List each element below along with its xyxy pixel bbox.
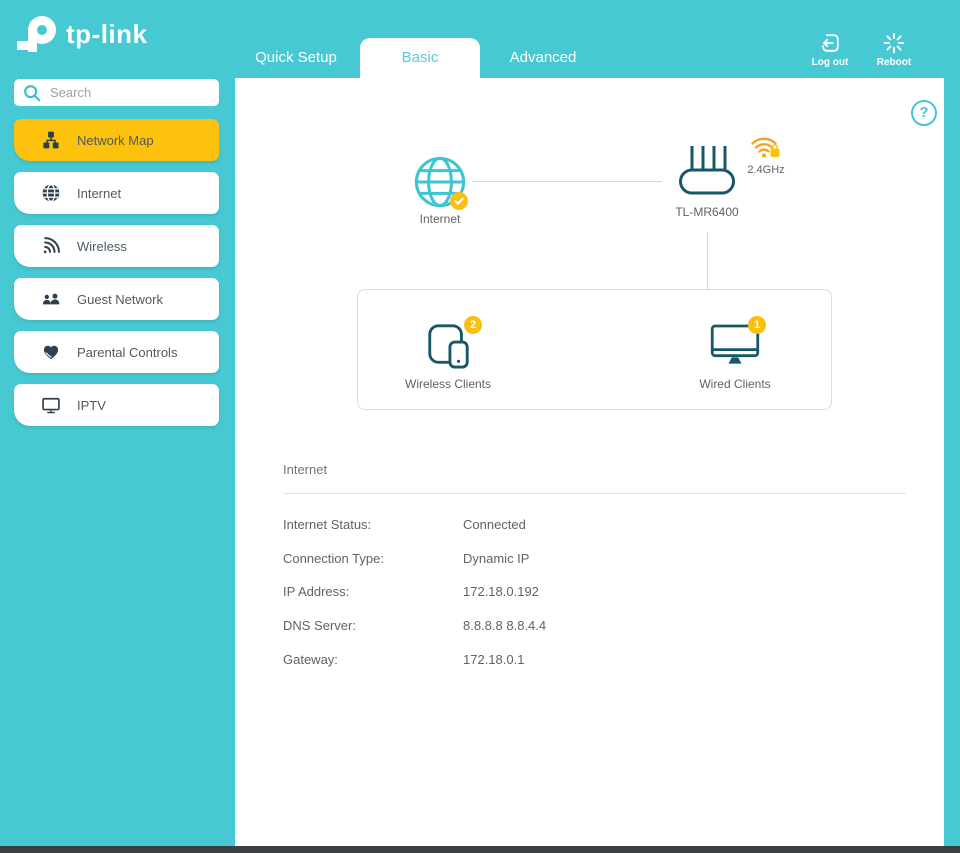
map-link-internet-router <box>472 181 662 182</box>
detail-label: Connection Type: <box>283 551 384 566</box>
tab-basic[interactable]: Basic <box>360 38 480 78</box>
wifi-signal-icon <box>751 134 781 158</box>
logout-icon <box>819 32 841 54</box>
content-panel <box>235 78 944 846</box>
reboot-label: Reboot <box>876 57 912 68</box>
reboot-button[interactable]: Reboot <box>862 32 926 68</box>
sidebar-item-label: Wireless <box>77 238 127 254</box>
wireless-icon <box>40 235 62 257</box>
detail-value: 172.18.0.192 <box>463 584 539 599</box>
detail-row-connection-type: Connection Type: Dynamic IP <box>283 551 843 566</box>
router-admin-page: tp-link Quick Setup Basic Advanced Log o… <box>0 0 960 853</box>
detail-value: 8.8.8.8 8.8.4.4 <box>463 618 547 633</box>
map-link-router-clients <box>707 232 708 289</box>
detail-value: 172.18.0.1 <box>463 652 525 667</box>
sidebar-item-network-map[interactable]: Network Map <box>14 119 219 161</box>
tp-link-logo: tp-link <box>12 8 148 60</box>
wireless-clients-count-badge: 2 <box>464 316 482 334</box>
tab-advanced[interactable]: Advanced <box>484 38 602 78</box>
parental-controls-icon <box>40 341 62 363</box>
logout-label: Log out <box>811 57 849 68</box>
search-input[interactable] <box>50 85 200 100</box>
detail-label: DNS Server: <box>283 618 356 633</box>
detail-label: IP Address: <box>283 584 350 599</box>
detail-value: Connected <box>463 517 526 532</box>
detail-row-gateway: Gateway: 172.18.0.1 <box>283 652 843 667</box>
detail-row-internet-status: Internet Status: Connected <box>283 517 843 532</box>
router-icon <box>677 142 737 196</box>
sidebar-item-label: IPTV <box>77 397 106 413</box>
help-icon[interactable]: ? <box>911 100 937 126</box>
sidebar-item-label: Network Map <box>77 132 154 148</box>
sidebar-item-guest-network[interactable]: Guest Network <box>14 278 219 320</box>
sidebar-item-label: Parental Controls <box>77 344 178 360</box>
search-box[interactable] <box>14 79 219 106</box>
wireless-clients-label: Wireless Clients <box>404 377 492 391</box>
tab-quick-setup[interactable]: Quick Setup <box>236 38 356 78</box>
details-section-title: Internet <box>283 462 328 477</box>
globe-icon <box>40 182 62 204</box>
wired-clients-count-badge: 1 <box>748 316 766 334</box>
wired-clients-label: Wired Clients <box>699 377 771 391</box>
logout-button[interactable]: Log out <box>798 32 862 68</box>
internet-connected-badge <box>450 192 468 210</box>
router-node[interactable] <box>677 142 737 196</box>
sidebar-item-iptv[interactable]: IPTV <box>14 384 219 426</box>
router-node-label: TL-MR6400 <box>675 205 739 219</box>
sidebar-item-label: Internet <box>77 185 122 201</box>
guest-network-icon <box>40 288 62 310</box>
detail-label: Gateway: <box>283 652 338 667</box>
reboot-icon <box>883 32 905 54</box>
detail-label: Internet Status: <box>283 517 372 532</box>
sidebar-item-internet[interactable]: Internet <box>14 172 219 214</box>
detail-row-dns-server: DNS Server: 8.8.8.8 8.8.4.4 <box>283 618 843 633</box>
sidebar-item-label: Guest Network <box>77 291 163 307</box>
internet-node-label: Internet <box>419 212 461 226</box>
iptv-icon <box>40 394 62 416</box>
network-map-icon <box>40 129 62 151</box>
sidebar-item-parental-controls[interactable]: Parental Controls <box>14 331 219 373</box>
detail-row-ip-address: IP Address: 172.18.0.192 <box>283 584 843 599</box>
details-divider <box>283 493 906 494</box>
tp-link-logo-icon <box>12 8 64 60</box>
wifi-band-24ghz[interactable]: 2.4GHz <box>736 134 796 176</box>
bottom-bar <box>0 846 960 853</box>
brand-name: tp-link <box>66 18 148 49</box>
wifi-band-label: 2.4GHz <box>747 164 785 176</box>
search-icon <box>22 83 42 103</box>
detail-value: Dynamic IP <box>463 551 530 566</box>
sidebar-item-wireless[interactable]: Wireless <box>14 225 219 267</box>
